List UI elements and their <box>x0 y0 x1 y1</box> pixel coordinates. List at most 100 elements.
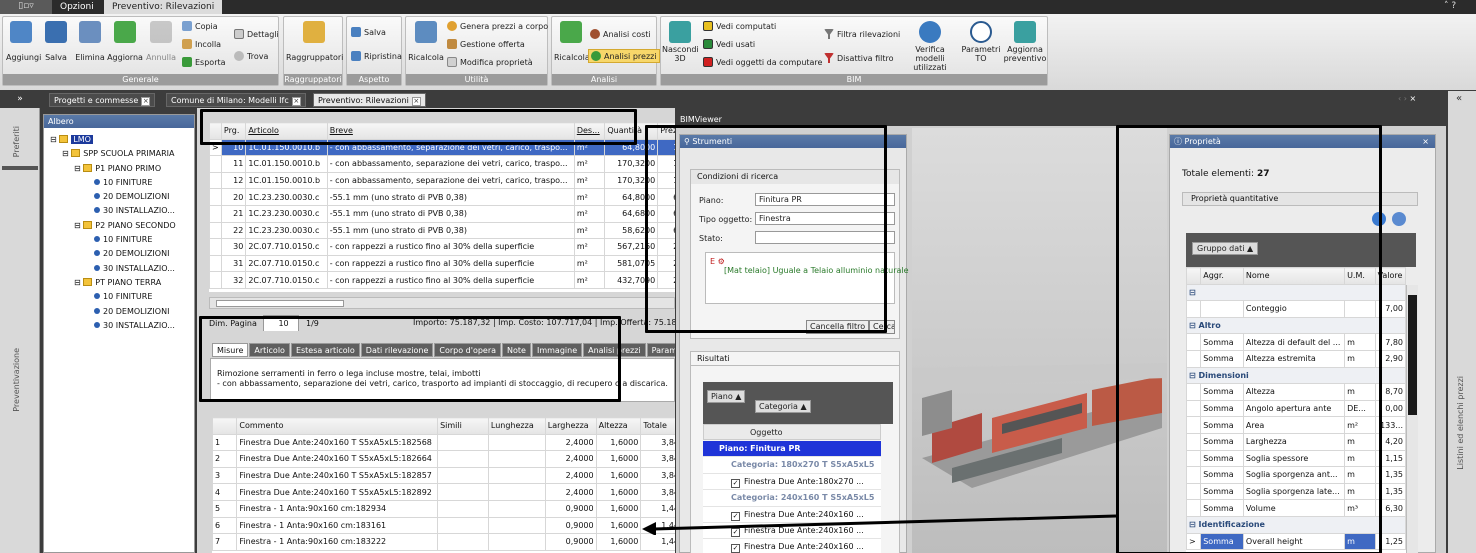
cell-index[interactable]: 7 <box>212 533 238 551</box>
tree-node[interactable]: 10 FINITURE <box>44 233 194 247</box>
expand-left-icon[interactable]: » <box>0 91 40 107</box>
analisi-costi-button[interactable]: Analisi costi <box>590 29 651 39</box>
tree-node[interactable]: ⊟ SPP SCUOLA PRIMARIA <box>44 147 194 161</box>
cell-totale[interactable]: 3,84 <box>640 483 675 501</box>
cell-larghezza[interactable]: 0,9000 <box>544 516 597 535</box>
cell-larghezza[interactable]: 2,4000 <box>544 483 597 501</box>
col-larghezza[interactable]: Larghezza <box>544 417 597 435</box>
incolla-button[interactable]: Incolla <box>182 39 221 49</box>
row-indicator[interactable] <box>209 254 222 273</box>
row-indicator[interactable] <box>209 238 222 256</box>
cell-lunghezza[interactable] <box>487 533 546 551</box>
tab-progetti[interactable]: Progetti e commesse × <box>49 93 156 107</box>
cell-larghezza[interactable]: 0,9000 <box>544 533 597 551</box>
table-row[interactable]: 1 Finestra Due Ante:240x160 T S5xA5xL5:18… <box>212 433 675 452</box>
cell-breve[interactable]: -55.1 mm (uno strato di PVB 0,38) <box>326 221 575 240</box>
tree-node[interactable]: 30 INSTALLAZIO... <box>44 319 194 333</box>
col-simili[interactable]: Simili <box>437 417 489 435</box>
cell-des[interactable]: m² <box>573 238 606 256</box>
table-row[interactable]: 7 Finestra - 1 Anta:90x160 cm:183222 0,900… <box>212 533 675 551</box>
row-indicator[interactable] <box>209 221 222 240</box>
cell-index[interactable]: 5 <box>212 499 238 518</box>
raggruppatori-button[interactable]: Raggruppatori <box>286 21 343 62</box>
collapse-right-icon[interactable]: « <box>1456 93 1462 104</box>
result-item[interactable]: ✓ Finestra Due Ante:180x270 ... <box>703 474 881 491</box>
tab-preventivo-rilevazioni[interactable]: Preventivo: Rilevazioni <box>104 0 223 14</box>
result-group-piano[interactable]: Piano: Finitura PR <box>703 441 881 458</box>
utilita-ricalcola-button[interactable]: Ricalcola <box>408 21 444 62</box>
col-totale[interactable]: Totale <box>640 417 675 435</box>
cell-lunghezza[interactable] <box>487 499 546 518</box>
modifica-proprieta-button[interactable]: Modifica proprietà <box>447 57 533 67</box>
row-indicator[interactable] <box>209 155 222 173</box>
cell-prg[interactable]: 21 <box>220 204 247 223</box>
vedi-computati-button[interactable]: Vedi computati <box>703 21 776 31</box>
cell-breve[interactable]: - con abbassamento, separazione dei vetr… <box>326 171 575 190</box>
analisi-prezzi-button[interactable]: Analisi prezzi <box>588 49 660 63</box>
cell-des[interactable]: m² <box>573 188 606 206</box>
cell-commento[interactable]: Finestra Due Ante:240x160 T S5xA5xL5:182… <box>236 433 439 452</box>
tree-node[interactable]: ⊟ PT PIANO TERRA <box>44 276 194 290</box>
cell-lunghezza[interactable] <box>487 466 546 485</box>
cell-prg[interactable]: 12 <box>220 171 247 190</box>
close-icon[interactable]: × <box>141 97 151 106</box>
table-row[interactable]: 32 2C.07.710.0150.c - con rappezzi a rusti… <box>209 271 675 289</box>
table-row[interactable]: 20 1C.23.230.0030.c -55.1 mm (uno strato d… <box>209 188 675 206</box>
cell-altezza[interactable]: 1,6000 <box>595 499 642 518</box>
close-icon[interactable]: × <box>291 97 301 106</box>
cell-des[interactable]: m² <box>573 171 606 190</box>
group-chip-categoria[interactable]: Categoria ▲ <box>755 400 811 413</box>
tree-node[interactable]: 30 INSTALLAZIO... <box>44 204 194 218</box>
vedi-usati-button[interactable]: Vedi usati <box>703 39 755 49</box>
result-group-categoria[interactable]: Categoria: 180x270 T S5xA5xL5 <box>703 457 881 474</box>
cell-articolo[interactable]: 1C.23.230.0030.c <box>245 221 328 240</box>
tree-node[interactable]: 20 DEMOLIZIONI <box>44 247 194 261</box>
cell-simili[interactable] <box>437 450 489 468</box>
cell-lunghezza[interactable] <box>487 516 546 535</box>
col-lunghezza[interactable]: Lunghezza <box>487 417 546 435</box>
table-row[interactable]: 21 1C.23.230.0030.c -55.1 mm (uno strato d… <box>209 204 675 223</box>
table-row[interactable]: 11 1C.01.150.0010.b - con abbassamento, se… <box>209 155 675 173</box>
cell-larghezza[interactable]: 2,4000 <box>544 466 597 485</box>
tree-node[interactable]: 10 FINITURE <box>44 290 194 304</box>
cell-commento[interactable]: Finestra Due Ante:240x160 T S5xA5xL5:182… <box>236 483 439 501</box>
analisi-ricalcola-button[interactable]: Ricalcola <box>554 21 590 62</box>
cell-altezza[interactable]: 1,6000 <box>595 433 642 452</box>
cell-larghezza[interactable]: 0,9000 <box>544 499 597 518</box>
table-row[interactable]: 6 Finestra - 1 Anta:90x160 cm:183161 0,900… <box>212 516 675 535</box>
checkbox[interactable]: ✓ <box>731 544 740 553</box>
trova-button[interactable]: Trova <box>234 51 268 61</box>
cell-totale[interactable]: 3,84 <box>640 450 675 468</box>
cell-prg[interactable]: 32 <box>220 271 247 289</box>
col-commento[interactable]: Commento <box>236 417 439 435</box>
tree-node[interactable]: 30 INSTALLAZIO... <box>44 262 194 276</box>
cell-articolo[interactable]: 2C.07.710.0150.c <box>245 238 328 256</box>
tree-node[interactable]: ⊟ P1 PIANO PRIMO <box>44 162 194 176</box>
copia-button[interactable]: Copia <box>182 21 218 31</box>
table-row[interactable]: 30 2C.07.710.0150.c - con rappezzi a rusti… <box>209 238 675 256</box>
cell-breve[interactable]: - con abbassamento, separazione dei vetr… <box>326 155 575 173</box>
detail-tab[interactable]: Parametri <box>646 343 675 357</box>
cell-prg[interactable]: 30 <box>220 238 247 256</box>
cell-altezza[interactable]: 1,6000 <box>595 516 642 535</box>
filtra-rilevazioni-button[interactable]: Filtra rilevazioni <box>824 29 900 39</box>
tree-node[interactable]: 20 DEMOLIZIONI <box>44 190 194 204</box>
tab-nav-icons[interactable]: ‹ › × <box>1398 94 1416 103</box>
gestione-offerta-button[interactable]: Gestione offerta <box>447 39 525 49</box>
cell-totale[interactable]: 1,44 <box>640 533 675 551</box>
collapse-all-icon[interactable] <box>1392 212 1406 226</box>
tree-node[interactable]: ⊟ P2 PIANO SECONDO <box>44 219 194 233</box>
cell-index[interactable]: 1 <box>212 433 238 452</box>
ripristina-button[interactable]: Ripristina <box>351 51 402 61</box>
cell-altezza[interactable]: 1,6000 <box>595 533 642 551</box>
cell-des[interactable]: m² <box>573 221 606 240</box>
cell-breve[interactable]: - con rappezzi a rustico fino al 30% del… <box>326 271 575 289</box>
dettagli-button[interactable]: Dettagli <box>234 29 279 39</box>
cell-totale[interactable]: 3,84 <box>640 433 675 452</box>
cell-des[interactable]: m² <box>573 204 606 223</box>
cell-altezza[interactable]: 1,6000 <box>595 466 642 485</box>
tab-opzioni[interactable]: Opzioni <box>52 0 102 14</box>
annulla-button[interactable]: Annulla <box>145 21 177 62</box>
nascondi-3d-button[interactable]: Nascondi 3D <box>662 21 699 63</box>
cell-commento[interactable]: Finestra - 1 Anta:90x160 cm:183161 <box>236 516 439 535</box>
